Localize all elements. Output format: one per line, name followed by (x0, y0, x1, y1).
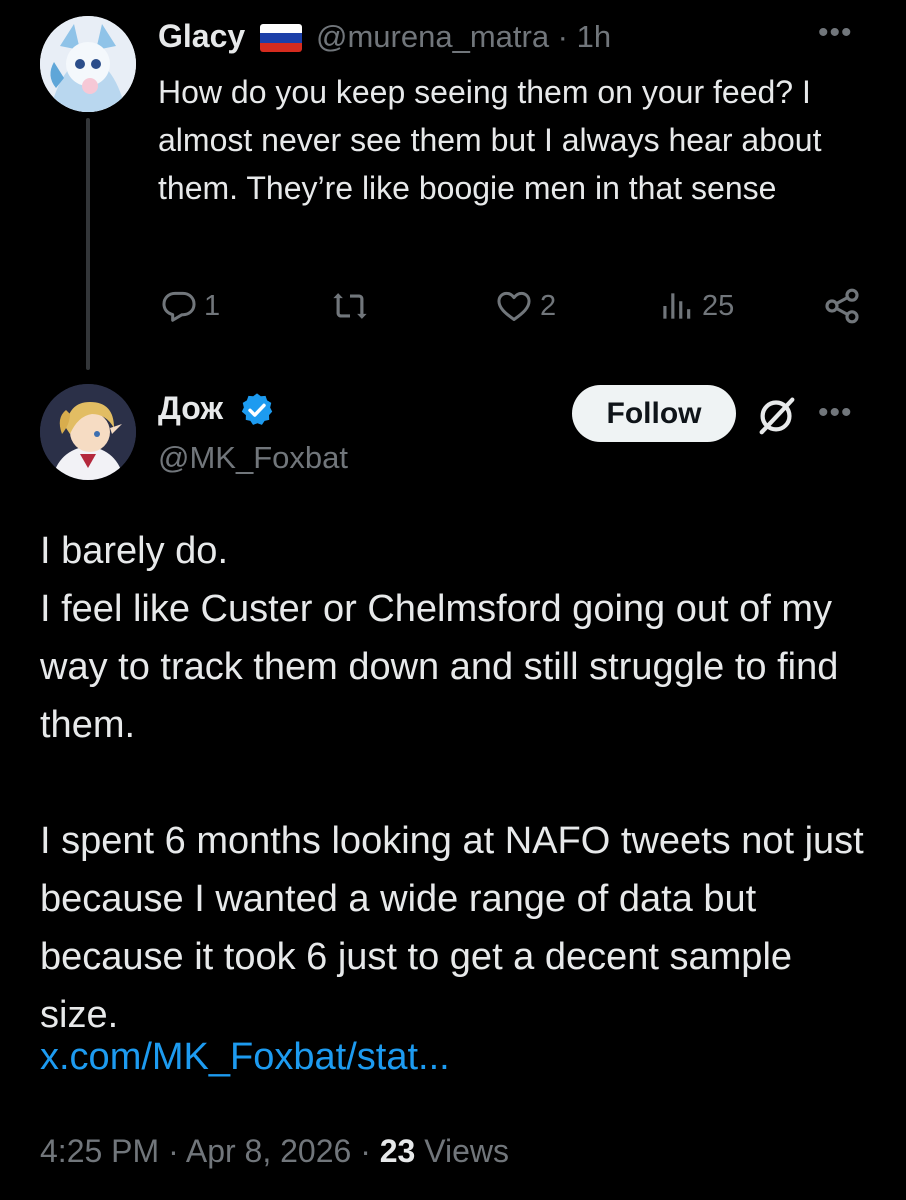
views-button[interactable]: 25 (656, 286, 734, 326)
views-count: 23 (379, 1133, 416, 1169)
reply-text: How do you keep seeing them on your feed… (158, 74, 822, 206)
thread-line (86, 118, 90, 370)
views-label: Views (415, 1133, 509, 1169)
repost-icon (333, 293, 367, 319)
avatar-image (40, 384, 136, 480)
reply-handle-time[interactable]: @murena_matra · 1h (316, 19, 611, 55)
repost-button[interactable] (330, 286, 376, 326)
tweet-meta: 4:25 PM · Apr 8, 2026 · 23 Views (40, 1133, 509, 1170)
reply-display-name[interactable]: Glacy (158, 18, 245, 55)
heart-icon (497, 291, 531, 321)
avatar[interactable] (40, 16, 136, 112)
more-options-icon[interactable]: ••• (818, 396, 853, 430)
like-count: 2 (540, 289, 557, 322)
analytics-icon (663, 293, 691, 319)
more-options-icon[interactable]: ••• (818, 16, 853, 50)
reply-count: 1 (204, 289, 221, 322)
view-count: 25 (702, 289, 735, 322)
avatar-image (40, 16, 136, 112)
share-icon (825, 288, 859, 324)
share-button[interactable] (822, 286, 862, 326)
russia-flag-icon (260, 24, 302, 52)
timestamp[interactable]: 4:25 PM · Apr 8, 2026 · (40, 1133, 380, 1169)
like-button[interactable]: 2 (494, 286, 556, 326)
tweet-link[interactable]: x.com/MK_Foxbat/stat... (40, 1036, 450, 1079)
follow-button[interactable]: Follow (572, 385, 736, 442)
reply-icon (162, 291, 196, 322)
reply-button[interactable]: 1 (160, 286, 220, 326)
grok-icon[interactable] (754, 392, 800, 438)
verified-badge-icon (241, 393, 273, 425)
main-tweet-text: I barely do. I feel like Custer or Chelm… (40, 530, 864, 1036)
avatar[interactable] (40, 384, 136, 480)
main-display-name[interactable]: Дож (158, 390, 223, 427)
main-handle[interactable]: @MK_Foxbat (158, 440, 348, 476)
